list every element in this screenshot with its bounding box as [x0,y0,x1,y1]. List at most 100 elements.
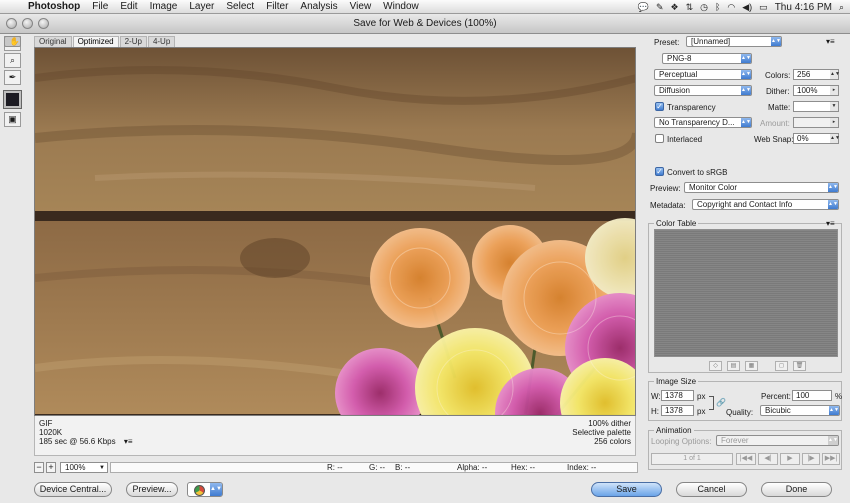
menu-image[interactable]: Image [144,1,184,12]
trash-icon[interactable]: 🗑 [793,361,806,371]
view-tabs: Original Optimized 2-Up 4-Up [34,36,176,47]
quality-label: Quality: [726,408,754,417]
preview-color-select[interactable]: Monitor Color ▲▼ [684,182,839,193]
previous-frame-icon[interactable]: ◀| [758,453,778,465]
menubar-status-area: 💬 ✎ ❖ ⇅ ◷ ᛒ ◠ ◀) ▭ Thu 4:16 PM ⌕ [638,0,844,14]
menu-window[interactable]: Window [377,1,425,12]
web-snap-field[interactable]: 0% ▲▼ [793,133,840,144]
height-field[interactable]: 1378 [661,405,694,416]
close-window-icon[interactable] [6,18,17,29]
image-preview[interactable] [34,47,636,416]
color-table-grid[interactable] [654,229,838,357]
minimize-window-icon[interactable] [22,18,33,29]
height-label: H: [651,407,659,416]
dropbox-icon[interactable]: ❖ [671,2,679,13]
device-central-button[interactable]: Device Central... [34,482,112,497]
percent-field[interactable]: 100 [792,390,832,401]
zoom-out-button[interactable]: − [34,462,44,473]
percent-unit: % [835,392,843,401]
next-frame-icon[interactable]: |▶ [802,453,820,465]
done-button[interactable]: Done [761,482,832,497]
colors-field[interactable]: 256 ▲▼ [793,69,840,80]
matte-field[interactable]: ▼ [793,101,839,112]
wifi-icon[interactable]: ◠ [727,2,735,13]
play-icon[interactable]: ▶ [780,453,800,465]
format-select[interactable]: PNG-8 ▲▼ [662,53,752,64]
clock[interactable]: Thu 4:16 PM [775,2,832,13]
amount-field[interactable]: ▸ [793,117,839,128]
chevron-down-icon: ▲▼ [828,183,838,192]
interlaced-checkbox[interactable] [655,134,664,143]
info-palette: Selective palette [572,428,631,437]
eyedropper-tool-icon[interactable]: ✒ [4,70,21,85]
readout-b: B: -- [395,463,411,472]
last-frame-icon[interactable]: ▶▶| [822,453,840,465]
zoom-window-icon[interactable] [38,18,49,29]
zoom-in-button[interactable]: + [46,462,56,473]
chevron-down-icon: ▲▼ [771,37,781,46]
chevron-down-icon: ▼ [830,102,838,111]
toggle-slices-icon[interactable]: ▣ [4,112,21,127]
hand-tool-icon[interactable]: ✋ [4,36,21,47]
info-file-size: 1020K [39,428,63,437]
browser-select[interactable]: ▲▼ [187,482,223,497]
transparency-checkbox[interactable]: ✓ [655,102,664,111]
dither-field[interactable]: 100% ▸ [793,85,839,96]
preset-select[interactable]: [Unnamed] ▲▼ [686,36,782,47]
menu-view[interactable]: View [344,1,378,12]
color-table-menu-icon[interactable]: ▾≡ [826,219,835,228]
tab-4-up[interactable]: 4-Up [147,36,176,47]
bluetooth-icon[interactable]: ᛒ [715,2,720,12]
preview-in-browser-button[interactable]: Preview... [126,482,178,497]
looping-options-select[interactable]: Forever ▲▼ [716,435,839,446]
save-button[interactable]: Save [591,482,662,497]
color-palette-icon[interactable]: ▦ [745,361,758,371]
volume-icon[interactable]: ◀) [742,2,752,13]
menu-file[interactable]: File [86,1,114,12]
tab-original[interactable]: Original [34,36,72,47]
width-field[interactable]: 1378 [661,390,694,401]
constrain-bracket [709,396,714,410]
browser-icon [194,485,205,496]
transparency-dither-value: No Transparency D... [659,118,735,127]
menu-edit[interactable]: Edit [114,1,143,12]
optimize-menu-icon[interactable]: ▾≡ [826,37,835,46]
menu-app-name[interactable]: Photoshop [22,1,86,12]
sync-icon[interactable]: ⇅ [686,2,694,13]
width-unit: px [697,392,706,401]
color-reduction-select[interactable]: Perceptual ▲▼ [654,69,752,80]
zoom-tool-icon[interactable]: ⌕ [4,53,21,68]
chain-link-icon[interactable]: 🔗 [716,398,726,407]
cancel-button[interactable]: Cancel [676,482,747,497]
metadata-select[interactable]: Copyright and Contact Info ▲▼ [692,199,839,210]
menu-filter[interactable]: Filter [260,1,294,12]
lock-color-icon[interactable]: ▤ [727,361,740,371]
first-frame-icon[interactable]: |◀◀ [736,453,756,465]
tab-optimized[interactable]: Optimized [72,36,119,47]
menu-analysis[interactable]: Analysis [294,1,343,12]
quality-select[interactable]: Bicubic ▲▼ [760,405,840,416]
pixel-readout: R: -- G: -- B: -- Alpha: -- Hex: -- Inde… [110,462,638,473]
looping-options-value: Forever [721,436,749,445]
transparency-dither-select[interactable]: No Transparency D... ▲▼ [654,117,752,128]
tab-2-up[interactable]: 2-Up [119,36,147,47]
menu-layer[interactable]: Layer [183,1,220,12]
time-machine-icon[interactable]: ◷ [700,2,708,13]
evernote-icon[interactable]: ✎ [656,2,664,13]
readout-alpha: Alpha: -- [457,463,488,472]
web-shift-icon[interactable]: ◇ [709,361,722,371]
dither-algorithm-select[interactable]: Diffusion ▲▼ [654,85,752,96]
convert-srgb-checkbox[interactable]: ✓ [655,167,664,176]
colors-value: 256 [797,70,811,79]
preview-label: Preview: [650,184,681,193]
looping-options-label: Looping Options: [651,437,712,446]
new-color-icon[interactable]: ◻ [775,361,788,371]
eyedropper-color-swatch[interactable] [3,90,22,109]
zoom-level-select[interactable]: 100% ▼ [60,462,108,473]
menu-select[interactable]: Select [220,1,260,12]
dither-label: Dither: [766,87,790,96]
messages-icon[interactable]: 💬 [638,2,649,13]
battery-icon[interactable]: ▭ [759,2,768,13]
spotlight-icon[interactable]: ⌕ [839,2,844,13]
download-speed-menu-icon[interactable]: ▾≡ [124,437,133,446]
